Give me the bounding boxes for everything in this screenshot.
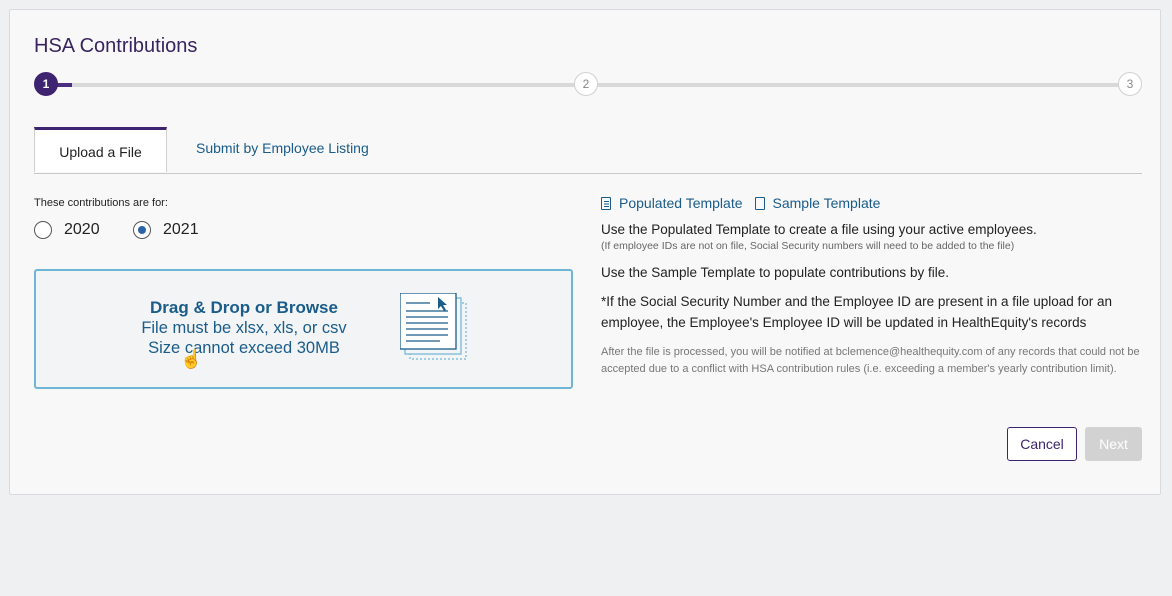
document-blank-icon: [754, 196, 765, 210]
populated-template-note: (If employee IDs are not on file, Social…: [601, 240, 1015, 252]
dropzone-text: Drag & Drop or Browse File must be xlsx,…: [132, 298, 356, 358]
document-icon: [601, 196, 611, 210]
populated-template-link[interactable]: Populated Template: [601, 195, 743, 211]
template-links: Populated Template Sample Template: [601, 195, 1149, 211]
tab-upload-file[interactable]: Upload a File: [34, 127, 167, 172]
tab-submit-by-employee-listing[interactable]: Submit by Employee Listing: [196, 127, 369, 172]
step-3: 3: [1118, 72, 1142, 96]
radio-2020-label: 2020: [64, 221, 100, 238]
tab-bar: Upload a File Submit by Employee Listing: [34, 127, 1142, 174]
step-2: 2: [574, 72, 598, 96]
populated-template-instructions: Use the Populated Template to create a f…: [601, 222, 1037, 237]
step-1: 1: [34, 72, 58, 96]
sample-template-instructions: Use the Sample Template to populate cont…: [601, 265, 949, 280]
radio-2021-circle[interactable]: [133, 221, 151, 239]
contributions-card: HSA Contributions 1 2 3 Upload a File Su…: [9, 9, 1161, 495]
file-upload-icon: [400, 293, 467, 360]
radio-2020[interactable]: 2020: [34, 221, 100, 239]
radio-2020-circle[interactable]: [34, 221, 52, 239]
page-title: HSA Contributions: [34, 35, 198, 57]
cancel-button[interactable]: Cancel: [1007, 427, 1077, 461]
radio-2021[interactable]: 2021: [133, 221, 199, 239]
hand-pointer-icon: ☝: [180, 349, 203, 369]
sample-template-label[interactable]: Sample Template: [773, 195, 881, 211]
next-button[interactable]: Next: [1085, 427, 1142, 461]
dropzone-size-hint: Size cannot exceed 30MB: [148, 339, 340, 357]
contributions-year-label: These contributions are for:: [34, 197, 168, 209]
dropzone-format-hint: File must be xlsx, xls, or csv: [141, 319, 347, 337]
processing-notice: After the file is processed, you will be…: [601, 346, 1140, 375]
dropzone-title[interactable]: Drag & Drop or Browse: [132, 298, 356, 318]
progress-stepper: 1 2 3: [34, 72, 1144, 98]
instructions-panel: Populated Template Sample Template Use t…: [601, 195, 1149, 378]
populated-template-label[interactable]: Populated Template: [619, 195, 743, 211]
sample-template-link[interactable]: Sample Template: [754, 195, 881, 211]
file-dropzone[interactable]: Drag & Drop or Browse File must be xlsx,…: [34, 269, 573, 389]
radio-2021-label: 2021: [163, 221, 199, 238]
employee-id-note: *If the Social Security Number and the E…: [601, 294, 1113, 330]
